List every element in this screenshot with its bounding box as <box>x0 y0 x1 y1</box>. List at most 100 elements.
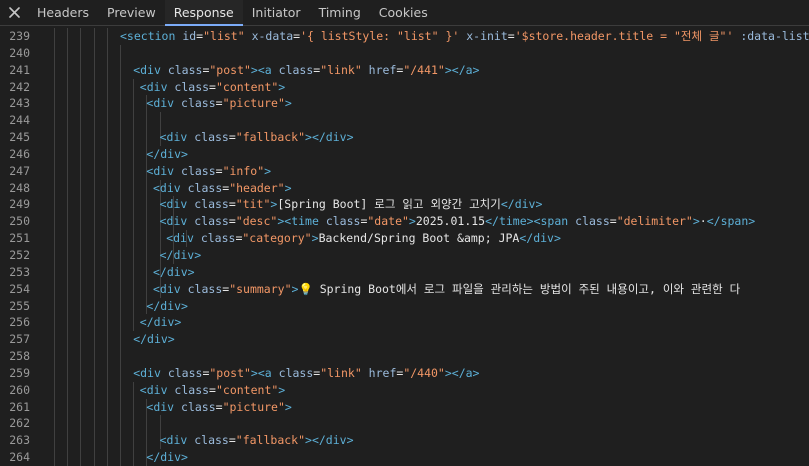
code-token: "link" <box>320 365 369 380</box>
code-line: 264 </div> <box>0 449 809 466</box>
indent-guide <box>120 449 121 466</box>
indent-guide <box>54 28 55 45</box>
indent-guide <box>133 78 135 96</box>
code-token: class <box>278 62 314 77</box>
indent-guide <box>80 95 82 113</box>
indent-guide <box>93 263 95 281</box>
code-token: class <box>181 96 216 111</box>
code-token: "list" <box>203 29 252 43</box>
response-source-viewer[interactable]: 239 <section id = "list" x-data = '{ listStyl… <box>0 26 809 466</box>
indent-guide <box>133 230 135 247</box>
indent-guide <box>80 381 82 399</box>
code-token: "info" <box>222 163 265 178</box>
indent-guide <box>67 263 69 281</box>
indent-guide <box>106 44 108 62</box>
code-token: "link" <box>320 62 369 77</box>
indent-guide <box>133 145 135 163</box>
code-token: class <box>325 214 361 229</box>
code-line: 249 <div class="tit">[Spring Boot] 로그 읽고 … <box>0 196 809 214</box>
tab-timing[interactable]: Timing <box>310 0 370 25</box>
indent-guide <box>67 381 69 399</box>
line-number: 260 <box>9 382 30 397</box>
indent-guide <box>93 213 95 231</box>
indent-guide <box>106 263 108 281</box>
code-token: <a <box>257 62 279 77</box>
code-token: = <box>609 214 617 229</box>
tab-cookies[interactable]: Cookies <box>370 0 437 25</box>
devtools-tab-bar: Headers Preview Response Initiator Timin… <box>0 0 809 26</box>
indent-guide <box>80 78 82 96</box>
code-token: class <box>181 399 216 414</box>
indent-guide <box>146 280 148 298</box>
code-line: 250 <div class="desc"><time class="date">… <box>0 213 809 231</box>
indent-guides <box>0 348 200 365</box>
code-line: 247 <div class="info"> <box>0 162 809 180</box>
line-number: 240 <box>9 45 30 60</box>
indent-guide <box>106 213 108 231</box>
indent-guide <box>120 297 121 315</box>
line-number: 253 <box>9 264 30 279</box>
indent-guide <box>54 280 55 298</box>
indent-guide <box>80 280 82 298</box>
close-button[interactable] <box>0 0 28 25</box>
tab-headers[interactable]: Headers <box>28 0 98 25</box>
indent-guide <box>54 95 55 113</box>
indent-guide <box>93 246 95 264</box>
indent-guide <box>120 314 121 332</box>
line-number: 263 <box>9 433 30 448</box>
indent-guide <box>54 415 55 433</box>
line-number: 257 <box>9 332 30 347</box>
indent-guide <box>54 331 55 349</box>
indent-guide <box>80 364 82 382</box>
code-line: 257 </div> <box>0 331 809 349</box>
code-token: </div> <box>519 231 561 246</box>
indent-guide <box>133 263 135 281</box>
indent-guide <box>93 432 95 450</box>
line-number: 252 <box>9 247 30 262</box>
code-text: </div> <box>140 314 182 331</box>
indent-guide <box>93 145 95 163</box>
code-token: <div <box>133 365 168 380</box>
code-token: Backend/Spring Boot &amp; JPA <box>318 231 520 246</box>
indent-guide <box>93 162 95 180</box>
indent-guide <box>80 230 82 247</box>
indent-guide <box>54 112 55 130</box>
indent-guide <box>93 230 95 247</box>
indent-guide <box>67 331 69 349</box>
indent-guide <box>133 213 135 231</box>
code-text: <section id="list" x-data='{ listStyle: … <box>120 28 809 45</box>
tab-initiator[interactable]: Initiator <box>243 0 310 25</box>
code-token: > <box>250 365 258 380</box>
code-token: </time> <box>485 214 534 229</box>
code-token: "date" <box>367 214 409 229</box>
indent-guide <box>120 398 121 416</box>
indent-guide <box>120 44 121 62</box>
code-token: id <box>182 29 197 43</box>
code-token: > <box>284 96 292 111</box>
code-token: [Spring Boot] 로그 읽고 외양간 고치기 <box>277 197 501 212</box>
indent-guide <box>120 112 121 130</box>
indent-guide <box>54 314 55 332</box>
line-number: 244 <box>9 113 30 128</box>
indent-guide <box>80 297 82 315</box>
code-line: 261 <div class="picture"> <box>0 398 809 416</box>
indent-guide <box>54 196 55 214</box>
line-number: 247 <box>9 163 30 178</box>
code-token: > <box>284 180 292 195</box>
line-number: 259 <box>9 365 30 380</box>
code-token: class <box>278 365 314 380</box>
tab-preview[interactable]: Preview <box>98 0 165 25</box>
indent-guide <box>133 112 135 130</box>
tab-response[interactable]: Response <box>164 0 243 26</box>
code-token: </div> <box>153 264 195 279</box>
indent-guide <box>106 331 108 349</box>
indent-guide <box>80 44 82 62</box>
code-token: </div> <box>133 332 175 347</box>
indent-guide <box>120 280 121 298</box>
code-line: 255 </div> <box>0 297 809 315</box>
indent-guide <box>54 364 55 382</box>
indent-guide <box>106 78 108 96</box>
indent-guide <box>54 398 55 416</box>
indent-guide <box>67 364 69 382</box>
code-token: class <box>167 62 203 77</box>
